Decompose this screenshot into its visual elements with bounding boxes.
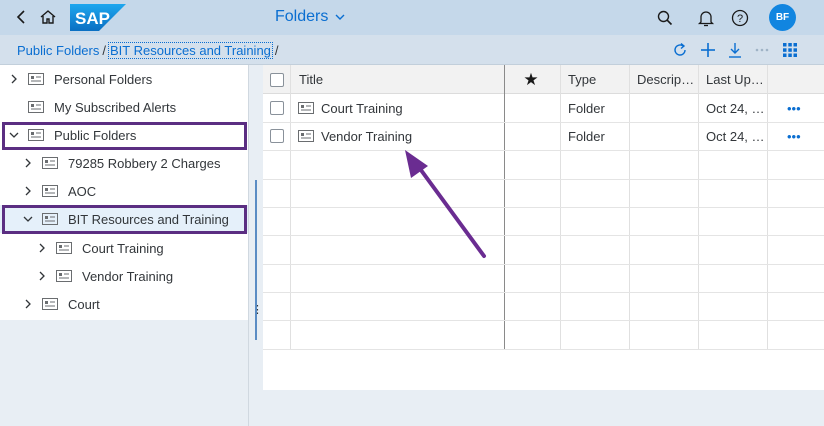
tree-item-label: My Subscribed Alerts — [54, 99, 177, 115]
tree-panel-footer — [0, 320, 248, 426]
shell-bar: SAP Folders ? BF — [0, 0, 824, 35]
app-title-label: Folders — [275, 8, 329, 25]
column-header-last-updated[interactable]: Last Up… — [706, 65, 768, 94]
folder-icon — [298, 102, 314, 114]
chevron-right-icon[interactable] — [22, 185, 34, 197]
home-icon[interactable] — [38, 7, 58, 27]
panel-splitter[interactable]: ⋮ — [248, 65, 263, 426]
folder-icon — [56, 242, 72, 254]
folder-icon — [42, 185, 58, 197]
chevron-right-icon[interactable] — [22, 157, 34, 169]
sap-logo[interactable]: SAP — [70, 4, 126, 31]
help-icon[interactable]: ? — [730, 8, 750, 28]
download-icon[interactable] — [726, 41, 744, 59]
user-avatar[interactable]: BF — [769, 4, 796, 31]
row-last-updated: Oct 24, … — [706, 128, 765, 144]
svg-text:SAP: SAP — [75, 9, 110, 28]
table-footer — [263, 390, 824, 426]
row-last-updated: Oct 24, … — [706, 100, 765, 116]
breadcrumb: Public Folders / BIT Resources and Trainin… — [17, 42, 282, 59]
row-title[interactable]: Vendor Training — [321, 122, 412, 150]
row-title[interactable]: Court Training — [321, 94, 403, 122]
tree-item-aoc[interactable]: AOC — [0, 177, 248, 205]
tree-item-robbery-charges[interactable]: 79285 Robbery 2 Charges — [0, 149, 248, 177]
tree-item-label: Court — [68, 296, 100, 312]
tree-item-subscribed-alerts[interactable]: My Subscribed Alerts — [0, 93, 248, 121]
tree-item-vendor-training[interactable]: Vendor Training — [0, 262, 248, 290]
folder-tree: Personal Folders My Subscribed Alerts Pu… — [0, 65, 248, 320]
column-header-type[interactable]: Type — [568, 65, 628, 94]
refresh-icon[interactable] — [671, 41, 689, 59]
select-all-checkbox[interactable] — [270, 73, 284, 87]
folder-table: Title ★ Type Descrip… Last Up… Court Tra… — [263, 65, 824, 390]
row-divider — [263, 264, 824, 265]
chevron-right-icon[interactable] — [36, 242, 48, 254]
bell-icon[interactable] — [696, 8, 716, 28]
row-divider — [263, 292, 824, 293]
chevron-right-icon[interactable] — [36, 270, 48, 282]
folder-icon — [56, 270, 72, 282]
svg-text:?: ? — [737, 13, 743, 25]
row-actions-icon[interactable]: ••• — [787, 129, 801, 144]
row-checkbox[interactable] — [270, 101, 284, 115]
folder-icon — [28, 101, 44, 113]
row-divider — [263, 349, 824, 350]
tree-item-personal-folders[interactable]: Personal Folders — [0, 65, 248, 93]
tree-item-label: Personal Folders — [54, 71, 153, 87]
folder-icon — [298, 130, 314, 142]
app-title[interactable]: Folders — [275, 8, 346, 26]
folder-icon — [42, 298, 58, 310]
column-header-description[interactable]: Descrip… — [637, 65, 699, 94]
back-icon[interactable] — [12, 8, 30, 26]
row-divider — [263, 150, 824, 151]
breadcrumb-link-public-folders[interactable]: Public Folders — [17, 43, 99, 58]
tree-item-label: AOC — [68, 183, 97, 199]
tree-item-label: Court Training — [82, 240, 164, 256]
column-header-favorite[interactable]: ★ — [506, 65, 556, 94]
row-type: Folder — [568, 100, 605, 116]
chevron-right-icon[interactable] — [22, 298, 34, 310]
row-type: Folder — [568, 128, 605, 144]
tree-item-label: 79285 Robbery 2 Charges — [68, 155, 221, 171]
breadcrumb-link-bit-resources[interactable]: BIT Resources and Training — [108, 42, 273, 59]
highlight-box-bit-resources — [2, 205, 247, 234]
row-divider — [263, 179, 824, 180]
highlight-box-public-folders — [2, 122, 247, 150]
chevron-right-icon[interactable] — [8, 73, 20, 85]
splitter-grip-icon[interactable]: ⋮ — [252, 303, 263, 316]
tree-item-court[interactable]: Court — [0, 290, 248, 318]
row-actions-icon[interactable]: ••• — [787, 101, 801, 116]
row-divider — [263, 320, 824, 321]
table-header: Title ★ Type Descrip… Last Up… — [263, 65, 824, 94]
search-icon[interactable] — [655, 8, 675, 28]
tree-item-court-training[interactable]: Court Training — [0, 234, 248, 262]
add-icon[interactable] — [699, 41, 717, 59]
folder-icon — [28, 73, 44, 85]
folder-icon — [42, 157, 58, 169]
tree-item-label: Vendor Training — [82, 268, 174, 284]
splitter-line — [255, 180, 257, 340]
chevron-down-icon — [335, 14, 345, 20]
more-options-icon — [755, 48, 769, 52]
grid-view-icon[interactable] — [781, 41, 799, 59]
breadcrumb-separator: / — [274, 43, 279, 58]
breadcrumb-separator: / — [102, 43, 106, 58]
column-header-title[interactable]: Title — [299, 65, 499, 94]
row-divider — [263, 235, 824, 236]
row-checkbox[interactable] — [270, 129, 284, 143]
row-divider — [263, 207, 824, 208]
